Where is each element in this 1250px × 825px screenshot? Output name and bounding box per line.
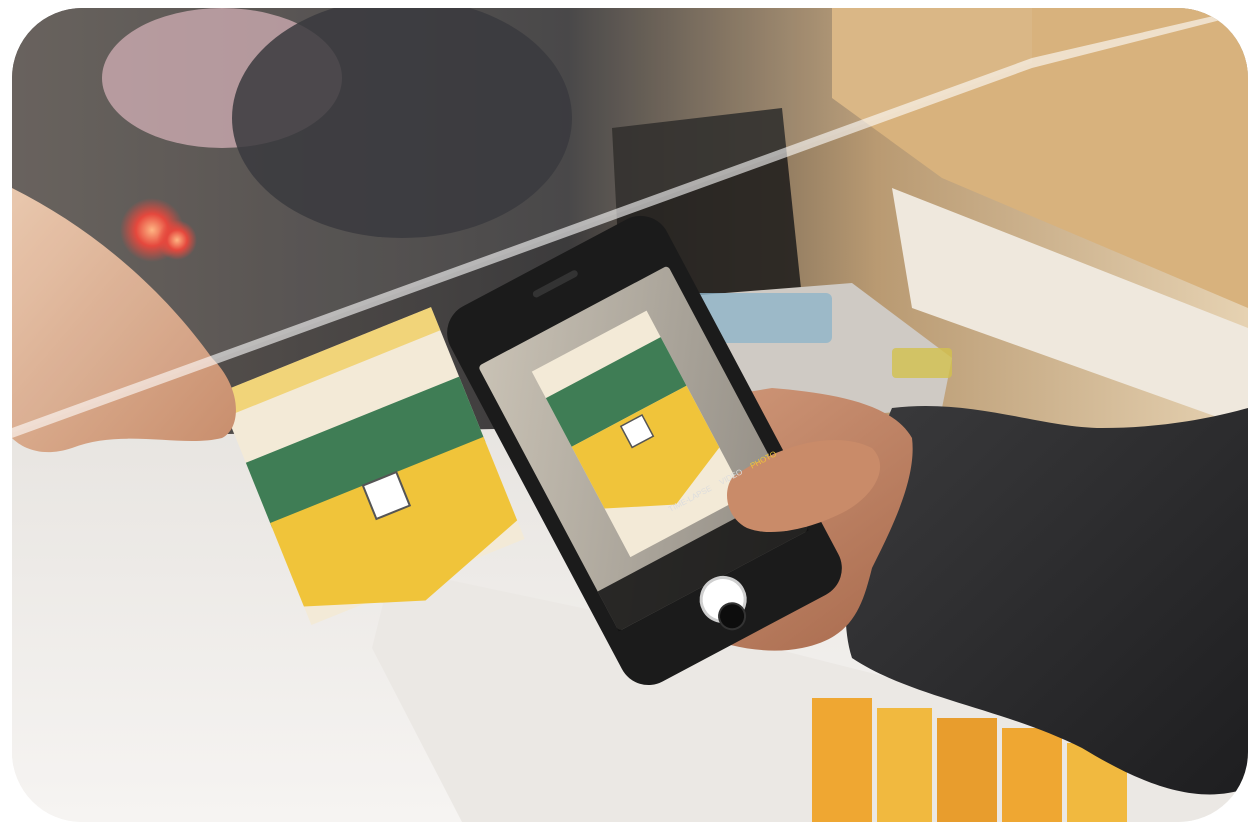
checkout-photo: [12, 8, 1248, 822]
photo-frame: TIME-LAPSE VIDEO PHOTO: [12, 8, 1248, 822]
